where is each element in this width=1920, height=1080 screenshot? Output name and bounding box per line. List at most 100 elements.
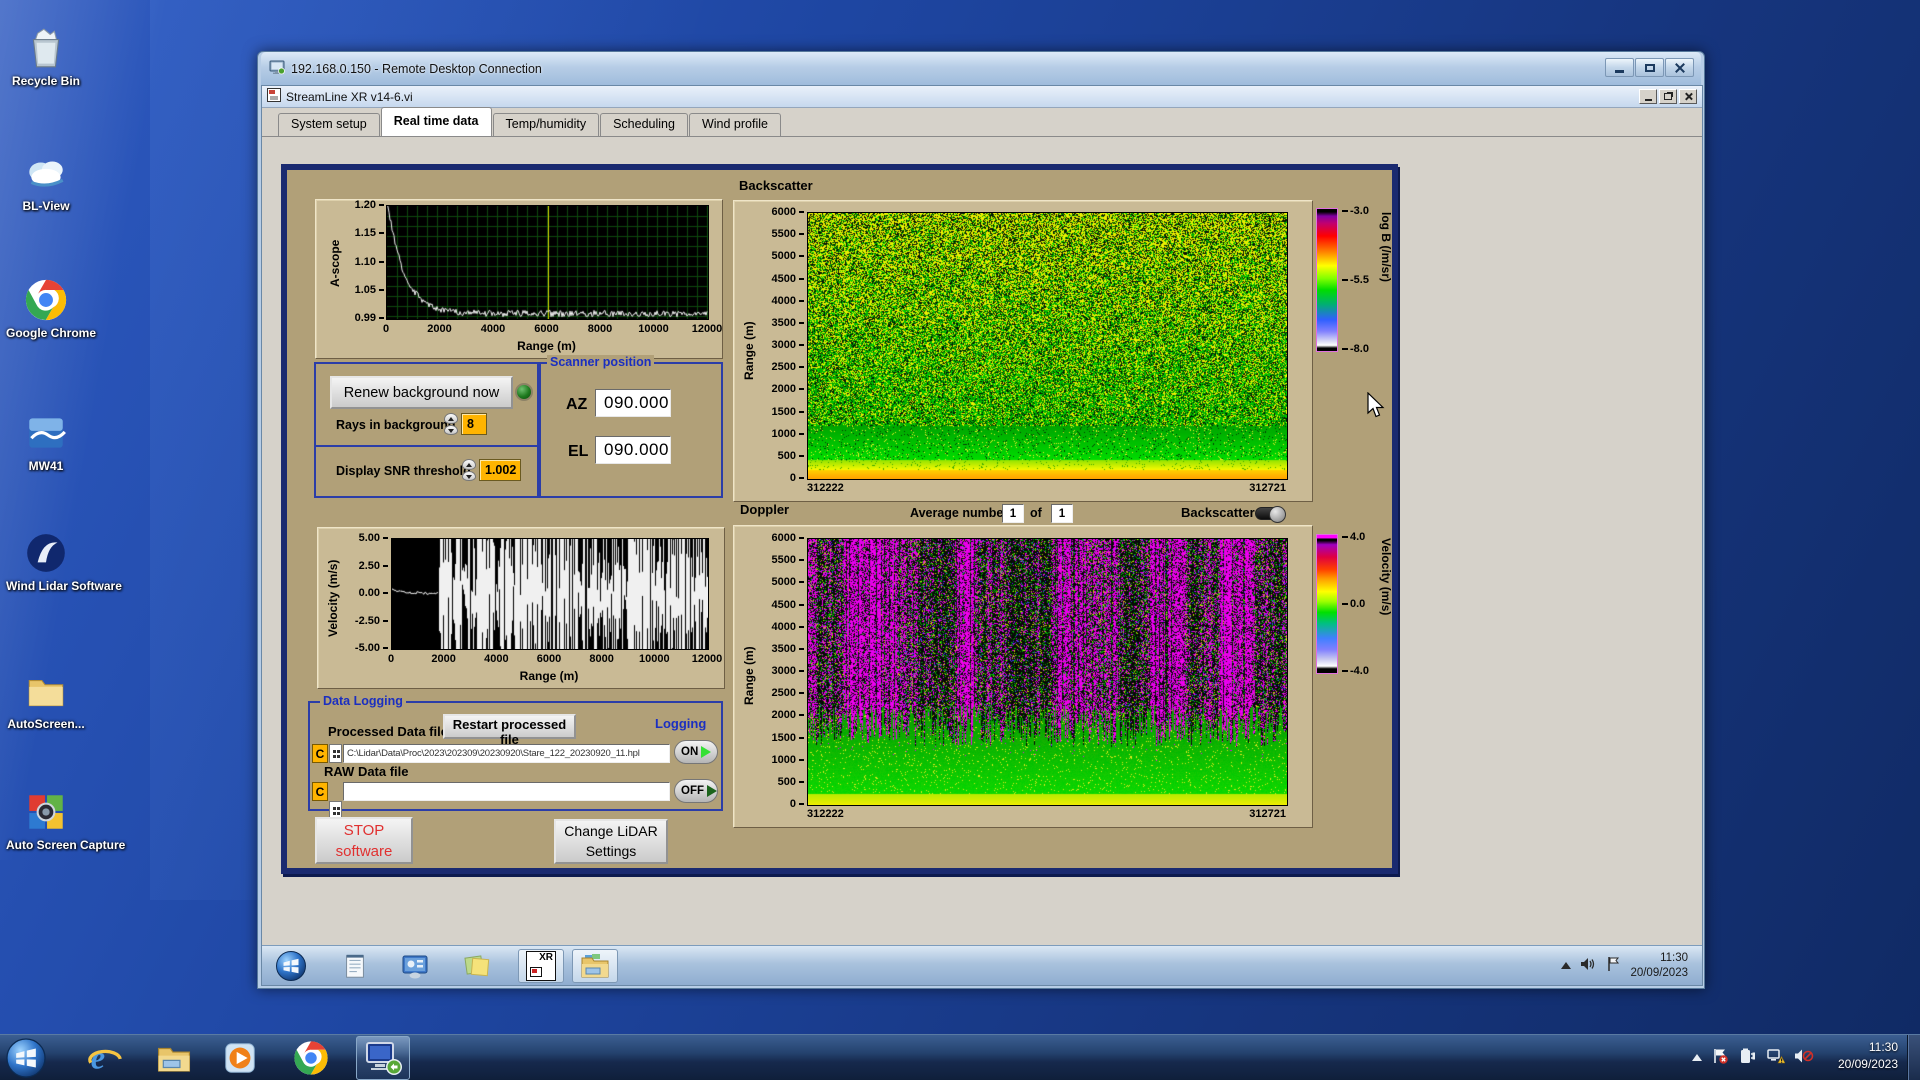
rdp-close-button[interactable] — [1665, 58, 1694, 77]
tick-label: 6000 — [772, 206, 804, 218]
tick-label: 1.10 — [355, 256, 384, 268]
rdp-maximize-button[interactable] — [1635, 58, 1664, 77]
doppler-plot[interactable] — [807, 538, 1288, 806]
velocity-y-axis-label: Velocity (m/s) — [326, 543, 340, 653]
tab-wind-profile[interactable]: Wind profile — [689, 113, 781, 136]
internet-explorer-icon[interactable]: e — [84, 1037, 126, 1079]
desktop-icon-google-chrome[interactable]: Google Chrome — [6, 277, 86, 341]
app-minimize-button[interactable] — [1639, 89, 1657, 104]
remote-taskbar-sticky-notes-icon[interactable] — [454, 949, 500, 983]
network-warning-icon[interactable] — [1766, 1047, 1785, 1068]
velocity-graph-panel: Velocity (m/s) 5.00 2.50 0.00 -2.50 -5.00 02… — [317, 527, 725, 689]
desktop-icon-wind-lidar-software[interactable]: Wind Lidar Software — [6, 530, 86, 594]
data-logging-title: Data Logging — [320, 694, 406, 708]
start-button[interactable] — [5, 1037, 47, 1079]
raw-path-field[interactable] — [343, 782, 670, 801]
windows-explorer-icon[interactable] — [153, 1037, 195, 1079]
renew-background-led — [515, 383, 533, 401]
desktop-icon-autoscreen[interactable]: AutoScreen... — [6, 668, 86, 732]
el-label: EL — [568, 443, 588, 461]
backscatter-colorbar-ticks: -3.0 -5.5 -8.0 — [1342, 211, 1384, 349]
tick-label: 8000 — [589, 653, 613, 665]
rays-spinner[interactable] — [444, 413, 458, 435]
doppler-y-axis-label: Range (m) — [742, 601, 756, 751]
remote-taskbar-streamline-xr-button[interactable]: XR — [518, 949, 564, 983]
tick-label: 4.0 — [1342, 531, 1365, 543]
average-number-label: Average number — [910, 506, 1008, 520]
tick-label: 312222 — [807, 482, 844, 494]
action-center-flag-error-icon[interactable] — [1711, 1047, 1729, 1068]
tick-label: 1500 — [772, 732, 804, 744]
tray-expand-icon[interactable] — [1692, 1054, 1702, 1061]
remote-tray-expand-icon[interactable] — [1561, 962, 1571, 969]
remote-action-center-flag-icon[interactable] — [1606, 956, 1621, 975]
desktop-icon-recycle-bin[interactable]: Recycle Bin — [6, 25, 86, 89]
volume-muted-icon[interactable] — [1794, 1047, 1814, 1068]
renew-background-button[interactable]: Renew background now — [330, 376, 513, 409]
background-controls-frame: Renew background now Rays in background … — [314, 362, 539, 447]
average-total-field[interactable]: 1 — [1051, 504, 1073, 523]
average-current-field[interactable]: 1 — [1002, 504, 1024, 523]
scanner-position-title: Scanner position — [547, 355, 654, 369]
el-value-field[interactable]: 090.000 — [595, 436, 671, 464]
media-player-icon[interactable] — [219, 1037, 261, 1079]
snr-threshold-frame: Display SNR threshold 1.002 — [314, 445, 539, 498]
remote-taskbar-explorer-button[interactable] — [572, 949, 618, 983]
tick-label: 2500 — [772, 687, 804, 699]
rdp-titlebar[interactable]: 192.168.0.150 - Remote Desktop Connectio… — [261, 52, 1701, 85]
app-close-button[interactable] — [1679, 89, 1697, 104]
processed-logging-toggle[interactable]: ON — [674, 740, 718, 764]
tick-label: 312222 — [807, 808, 844, 820]
snr-value-field[interactable]: 1.002 — [479, 459, 521, 481]
restart-processed-file-button[interactable]: Restart processed file — [443, 714, 576, 739]
tick-label: 4000 — [481, 323, 505, 335]
processed-path-type-selector[interactable]: C — [312, 744, 328, 763]
remote-start-button[interactable] — [268, 949, 314, 983]
rdp-minimize-button[interactable] — [1605, 58, 1634, 77]
raw-logging-toggle[interactable]: OFF — [674, 779, 718, 803]
tab-system-setup[interactable]: System setup — [278, 113, 380, 136]
az-value-field[interactable]: 090.000 — [595, 389, 671, 417]
remote-taskbar-settings-icon[interactable] — [392, 949, 438, 983]
rdp-taskbar-button[interactable] — [356, 1036, 410, 1080]
tick-label: -2.50 — [355, 615, 388, 627]
ascope-y-ticks: 1.20 1.15 1.10 1.05 0.99 — [340, 205, 384, 318]
tab-real-time-data[interactable]: Real time data — [381, 107, 492, 136]
velocity-plot[interactable] — [391, 538, 709, 650]
chrome-icon[interactable] — [290, 1037, 332, 1079]
backscatter-doppler-toggle[interactable] — [1255, 507, 1285, 520]
tick-label: 10000 — [638, 323, 669, 335]
tab-scheduling[interactable]: Scheduling — [600, 113, 688, 136]
remote-taskbar-notepad-icon[interactable] — [332, 949, 378, 983]
app-titlebar[interactable]: StreamLine XR v14-6.vi — [262, 86, 1702, 108]
stop-software-button[interactable]: STOP software — [315, 817, 413, 864]
tick-label: -8.0 — [1342, 343, 1369, 355]
clock[interactable]: 11:30 20/09/2023 — [1838, 1039, 1898, 1074]
remote-volume-icon[interactable] — [1580, 956, 1597, 975]
tick-label: 4500 — [772, 273, 804, 285]
processed-path-browse-button[interactable] — [329, 744, 342, 763]
rays-value-field[interactable]: 8 — [461, 413, 487, 435]
tick-label: 1.20 — [355, 199, 384, 211]
desktop: Recycle Bin BL-View Google Chrome MW41 Wind … — [0, 0, 1920, 1080]
backscatter-plot[interactable] — [807, 212, 1288, 480]
raw-path-type-selector[interactable]: C — [312, 782, 328, 801]
desktop-icon-mw41[interactable]: MW41 — [6, 410, 86, 474]
processed-data-file-label: Processed Data file — [328, 724, 448, 739]
show-desktop-button[interactable] — [1907, 1035, 1920, 1080]
desktop-icon-auto-screen-capture[interactable]: Auto Screen Capture — [6, 789, 86, 853]
desktop-icon-bl-view[interactable]: BL-View — [6, 150, 86, 214]
tab-temp-humidity[interactable]: Temp/humidity — [493, 113, 600, 136]
wind-lidar-software-icon — [23, 530, 69, 576]
processed-path-field[interactable]: C:\Lidar\Data\Proc\2023\202309\20230920\… — [343, 744, 670, 763]
tick-label: 1500 — [772, 406, 804, 418]
backscatter-y-ticks: 6000 5500 5000 4500 4000 3500 3000 2500 2000 1500… — [758, 212, 804, 478]
svg-text:e: e — [91, 1039, 105, 1075]
ascope-plot[interactable] — [386, 205, 709, 320]
tick-label: 5500 — [772, 554, 804, 566]
app-restore-button[interactable] — [1659, 89, 1677, 104]
snr-spinner[interactable] — [462, 459, 476, 481]
change-lidar-settings-button[interactable]: Change LiDAR Settings — [554, 819, 668, 864]
remote-clock[interactable]: 11:30 20/09/2023 — [1630, 951, 1688, 981]
power-battery-icon[interactable] — [1738, 1047, 1757, 1068]
